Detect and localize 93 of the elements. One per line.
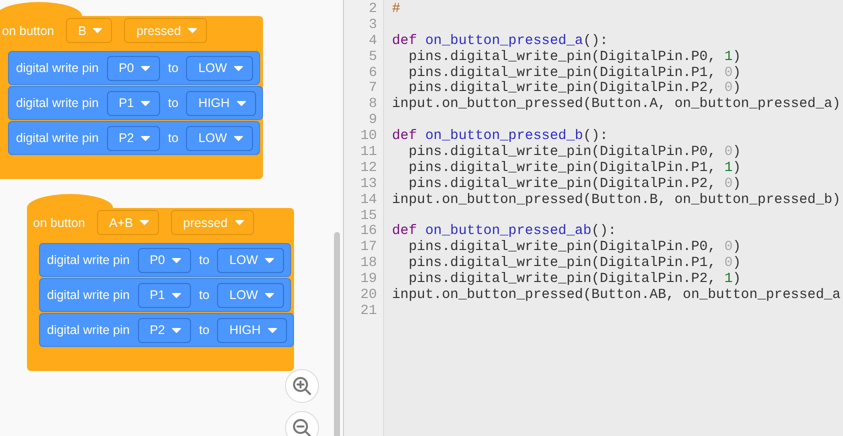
caret-icon xyxy=(140,100,150,106)
code-line: pins.digital_write_pin(DigitalPin.P1, 0) xyxy=(408,256,742,272)
code-line: pins.digital_write_pin(DigitalPin.P2, 0) xyxy=(408,81,742,97)
block-label: to xyxy=(198,253,210,267)
line-number: 21 xyxy=(359,304,378,320)
caret-icon xyxy=(188,28,197,33)
code-line: input.on_button_pressed(Button.AB, on_button_pressed_a xyxy=(392,288,842,304)
line-number: 14 xyxy=(359,192,378,209)
code-line: pins.digital_write_pin(DigitalPin.P2, 0) xyxy=(408,176,742,193)
code-line: def on_button_pressed_a(): xyxy=(392,34,610,50)
line-number: 5 xyxy=(368,50,378,66)
line-number: 6 xyxy=(368,66,378,82)
code-line: def on_button_pressed_b(): xyxy=(392,129,610,145)
dropdown[interactable]: LOW xyxy=(217,282,284,308)
code-line: def on_button_pressed_ab(): xyxy=(392,224,618,240)
block-label: digital write pin xyxy=(47,253,130,267)
dropdown[interactable]: LOW xyxy=(186,126,253,150)
line-number: 9 xyxy=(368,113,378,130)
caret-icon xyxy=(93,28,102,33)
dropdown[interactable]: P1 xyxy=(138,282,191,308)
dropdown[interactable]: P0 xyxy=(138,248,191,272)
caret-icon xyxy=(264,258,274,262)
code-line: input.on_button_pressed(Button.A, on_button_pressed_a) xyxy=(392,97,842,114)
block-label: to xyxy=(168,61,178,75)
line-number: 17 xyxy=(359,240,378,256)
dropdown[interactable]: HIGH xyxy=(217,318,287,342)
block-label: digital write pin xyxy=(47,288,130,302)
dropdown[interactable]: B xyxy=(66,18,112,43)
digital-write-block[interactable]: digital write pin P2 to LOW xyxy=(8,121,260,155)
line-number: 2 xyxy=(368,2,378,18)
digital-write-block[interactable]: digital write pin P1 to LOW xyxy=(39,278,291,312)
caret-icon xyxy=(268,328,277,332)
line-number: 10 xyxy=(359,129,378,146)
caret-icon xyxy=(172,328,181,332)
caret-icon xyxy=(172,258,181,262)
dropdown[interactable]: pressed xyxy=(124,18,207,43)
block-label: to xyxy=(168,131,178,145)
dropdown[interactable]: P0 xyxy=(106,56,160,80)
caret-icon xyxy=(264,292,274,298)
block-label: to xyxy=(198,288,210,302)
line-number: 13 xyxy=(359,176,378,193)
line-number: 18 xyxy=(359,256,378,272)
code-line: # xyxy=(392,2,402,18)
block-label: to xyxy=(168,96,178,110)
caret-icon xyxy=(234,220,244,225)
caret-icon xyxy=(140,220,150,225)
line-number: 20 xyxy=(359,288,378,304)
block-label: to xyxy=(198,323,210,337)
digital-write-block[interactable]: digital write pin P1 to HIGH xyxy=(8,86,263,120)
line-number: 11 xyxy=(359,145,378,161)
line-number: 3 xyxy=(368,18,378,34)
line-number: 12 xyxy=(359,160,378,177)
caret-icon xyxy=(140,66,150,70)
block-label: digital write pin xyxy=(47,323,130,337)
scrollbar[interactable] xyxy=(334,232,340,436)
digital-write-block[interactable]: digital write pin P0 to LOW xyxy=(39,243,291,277)
block-label: digital write pin xyxy=(16,131,99,145)
digital-write-block[interactable]: digital write pin P0 to LOW xyxy=(8,51,260,85)
caret-icon xyxy=(234,136,243,140)
line-number: 4 xyxy=(368,34,378,50)
dropdown[interactable]: LOW xyxy=(186,56,253,80)
zoom-in-icon xyxy=(292,376,312,396)
dropdown[interactable]: P2 xyxy=(106,126,160,150)
block-label: digital write pin xyxy=(16,96,99,110)
dropdown[interactable]: P2 xyxy=(138,318,191,342)
line-number: 8 xyxy=(368,97,378,114)
line-number: 19 xyxy=(359,272,378,288)
block-label: on button xyxy=(33,216,86,230)
code-line: pins.digital_write_pin(DigitalPin.P1, 1) xyxy=(408,160,742,177)
zoom-out-icon xyxy=(292,418,312,436)
code-line: input.on_button_pressed(Button.B, on_button_pressed_b) xyxy=(392,192,842,209)
code-line: pins.digital_write_pin(DigitalPin.P0, 0) xyxy=(408,240,742,256)
caret-icon xyxy=(172,292,181,298)
code-line: pins.digital_write_pin(DigitalPin.P0, 0) xyxy=(408,145,742,161)
caret-icon xyxy=(236,100,246,106)
dropdown[interactable]: A+B xyxy=(97,210,160,235)
dropdown[interactable]: HIGH xyxy=(186,90,256,116)
zoom-in-button[interactable] xyxy=(285,369,319,403)
caret-icon xyxy=(140,136,150,140)
line-number: 16 xyxy=(359,224,378,240)
code-line: pins.digital_write_pin(DigitalPin.P0, 1) xyxy=(408,50,742,66)
block-label: on button xyxy=(2,24,54,38)
dropdown[interactable]: LOW xyxy=(217,248,284,272)
code-line: pins.digital_write_pin(DigitalPin.P1, 0) xyxy=(408,66,742,81)
line-number: 15 xyxy=(359,208,378,224)
digital-write-block[interactable]: digital write pin P2 to HIGH xyxy=(39,313,294,347)
dropdown[interactable]: pressed xyxy=(171,210,254,235)
block-label: digital write pin xyxy=(16,61,99,75)
caret-icon xyxy=(234,66,243,70)
line-number: 7 xyxy=(368,81,378,98)
zoom-out-button[interactable] xyxy=(285,411,319,436)
dropdown[interactable]: P1 xyxy=(106,90,160,116)
code-line: pins.digital_write_pin(DigitalPin.P2, 1) xyxy=(408,272,742,288)
